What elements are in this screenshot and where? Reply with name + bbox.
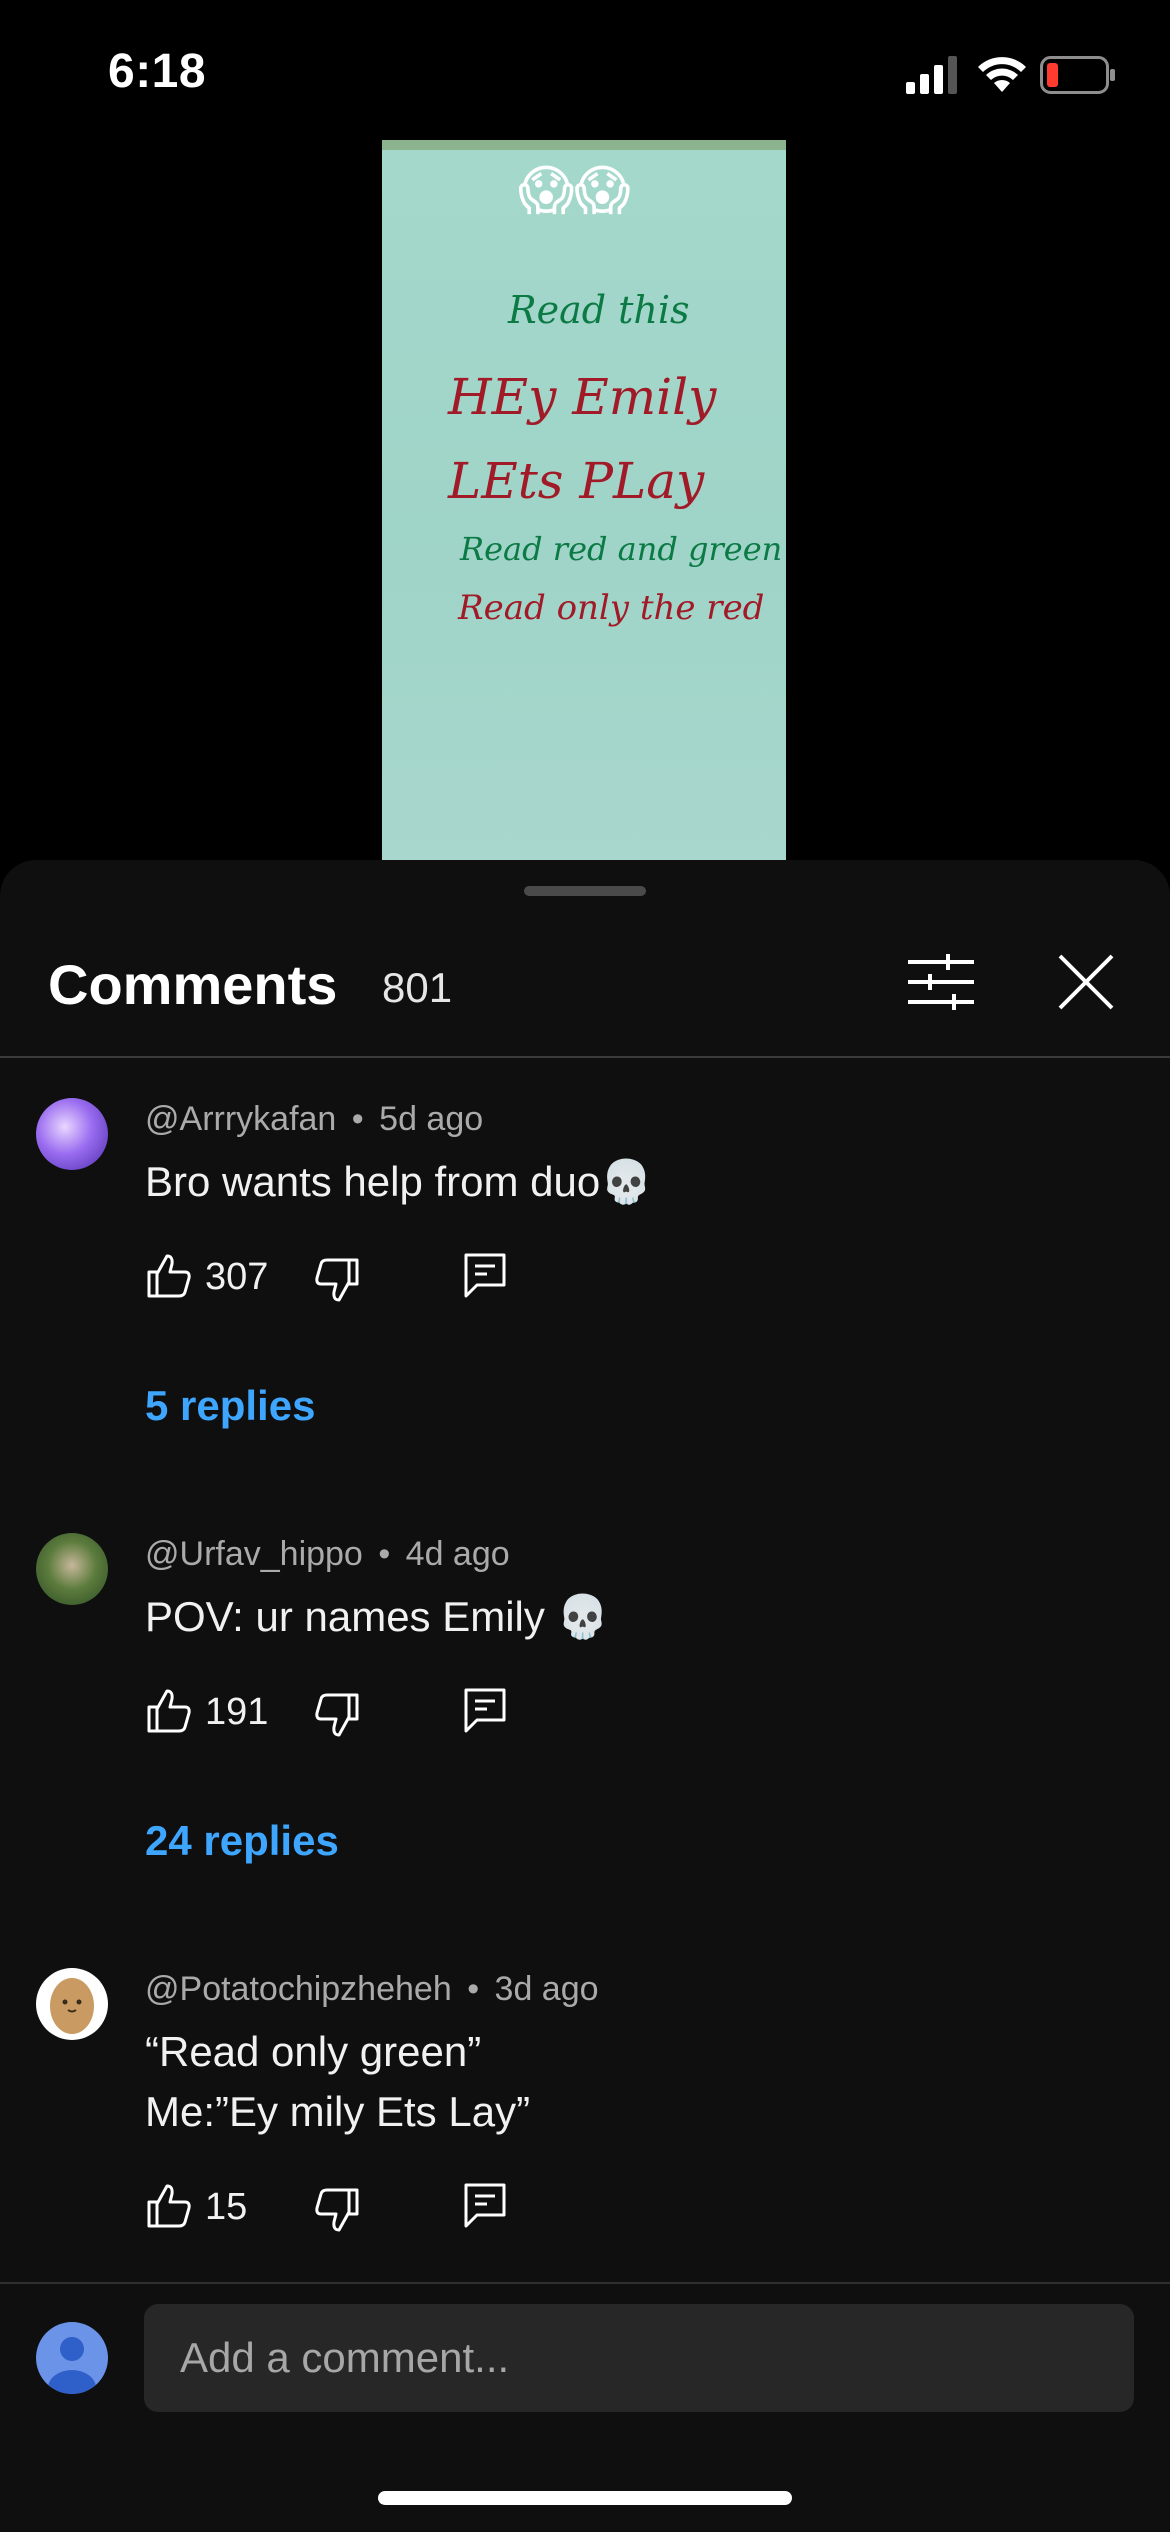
status-time: 6:18 (108, 45, 207, 98)
thumbs-up-icon[interactable] (145, 1252, 193, 1300)
comment-meta: @Arrrykafan • 5d ago (145, 1100, 483, 1139)
comment-author[interactable]: @Urfav_hippo (145, 1535, 363, 1573)
wifi-icon (978, 57, 1026, 92)
reply-comment-icon[interactable] (463, 1687, 507, 1735)
reply-comment-icon[interactable] (463, 1252, 507, 1300)
comment-age: 5d ago (379, 1100, 484, 1138)
reply-comment-icon[interactable] (463, 2182, 507, 2230)
video-player[interactable]: 😱😱 Read this HEy Emily LEts PLay Read re… (382, 140, 786, 860)
paper-edge (382, 140, 786, 150)
like-count: 15 (205, 2186, 248, 2228)
view-replies-link[interactable]: 24 replies (145, 1817, 339, 1865)
avatar[interactable] (36, 1968, 108, 2040)
comments-title: Comments (48, 953, 338, 1016)
thumbs-up-icon[interactable] (145, 1687, 193, 1735)
user-avatar[interactable] (36, 2322, 108, 2394)
comment-text-line-2: Me:”Ey mily Ets Lay” (145, 2088, 531, 2135)
comment-text: Bro wants help from duo💀 (145, 1158, 653, 1205)
shocked-emoji: 😱😱 (518, 161, 631, 221)
comment-age: 4d ago (405, 1535, 510, 1573)
close-icon[interactable] (1056, 952, 1116, 1012)
meta-separator: • (467, 1970, 480, 2008)
note-line-1: Read this (508, 288, 690, 332)
comment-meta: @Potatochipzheheh • 3d ago (145, 1970, 599, 2009)
sliders-icon[interactable] (908, 952, 974, 1012)
comment-author[interactable]: @Arrrykafan (145, 1100, 336, 1138)
thumbs-down-icon[interactable] (313, 2186, 361, 2234)
comment-actions: 15 (145, 2182, 545, 2242)
comment-author[interactable]: @Potatochipzheheh (145, 1970, 452, 2008)
cellular-signal-icon (906, 56, 957, 94)
note-line-4: Read red and green (460, 530, 783, 568)
potato-avatar-icon (50, 1978, 94, 2034)
meta-separator: • (378, 1535, 391, 1573)
comment-actions: 191 (145, 1687, 545, 1747)
note-line-2: HEy Emily (448, 368, 717, 426)
battery-low-icon (1040, 56, 1115, 94)
view-replies-link[interactable]: 5 replies (145, 1382, 315, 1430)
thumbs-down-icon[interactable] (313, 1691, 361, 1739)
comment-text: POV: ur names Emily 💀 (145, 1593, 609, 1640)
like-count: 191 (205, 1691, 269, 1733)
avatar[interactable] (36, 1533, 108, 1605)
status-bar: 6:18 (0, 0, 1170, 140)
user-silhouette-icon (48, 2337, 96, 2394)
thumbs-down-icon[interactable] (313, 1256, 361, 1304)
comment-text-line-1: “Read only green” (145, 2028, 482, 2075)
drag-handle[interactable] (524, 886, 646, 896)
comment-age: 3d ago (494, 1970, 599, 2008)
thumbs-up-icon[interactable] (145, 2182, 193, 2230)
comment-meta: @Urfav_hippo • 4d ago (145, 1535, 510, 1574)
home-indicator[interactable] (378, 2491, 792, 2505)
comments-count: 801 (382, 964, 453, 1011)
avatar[interactable] (36, 1098, 108, 1170)
comment-actions: 307 (145, 1252, 545, 1312)
like-count: 307 (205, 1256, 269, 1298)
note-line-5: Read only the red (458, 588, 765, 628)
note-line-3: LEts PLay (448, 452, 705, 510)
add-comment-input[interactable] (144, 2304, 1134, 2412)
meta-separator: • (351, 1100, 364, 1138)
